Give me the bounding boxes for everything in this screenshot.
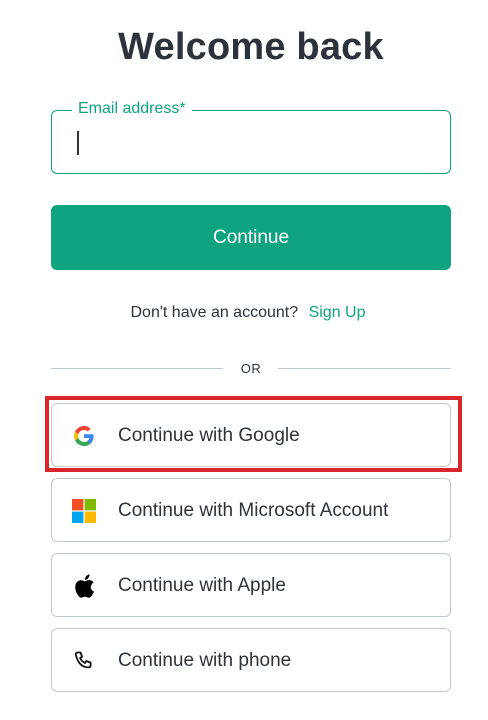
signup-prompt: Don't have an account? [130, 304, 299, 321]
microsoft-icon [72, 499, 96, 523]
email-field-container[interactable]: Email address* [51, 100, 451, 174]
social-button-label: Continue with phone [118, 650, 292, 671]
apple-icon [72, 574, 96, 598]
divider-left [51, 368, 223, 369]
google-icon [72, 424, 96, 448]
continue-with-google-button[interactable]: Continue with Google [51, 403, 451, 467]
social-button-label: Continue with Google [118, 425, 300, 446]
text-caret [77, 131, 79, 155]
phone-icon [72, 649, 96, 673]
continue-with-apple-button[interactable]: Continue with Apple [51, 553, 451, 617]
page-title: Welcome back [118, 26, 384, 68]
signup-row: Don't have an account? Sign Up [0, 304, 488, 322]
continue-with-microsoft-button[interactable]: Continue with Microsoft Account [51, 478, 451, 542]
continue-with-phone-button[interactable]: Continue with phone [51, 628, 451, 692]
email-field-label: Email address* [72, 100, 192, 118]
signup-link[interactable]: Sign Up [309, 304, 366, 321]
social-button-label: Continue with Apple [118, 575, 286, 596]
continue-button[interactable]: Continue [51, 205, 451, 270]
divider-right [278, 368, 451, 369]
divider-text: OR [240, 361, 262, 376]
social-button-label: Continue with Microsoft Account [118, 500, 389, 521]
email-field[interactable] [66, 125, 436, 159]
